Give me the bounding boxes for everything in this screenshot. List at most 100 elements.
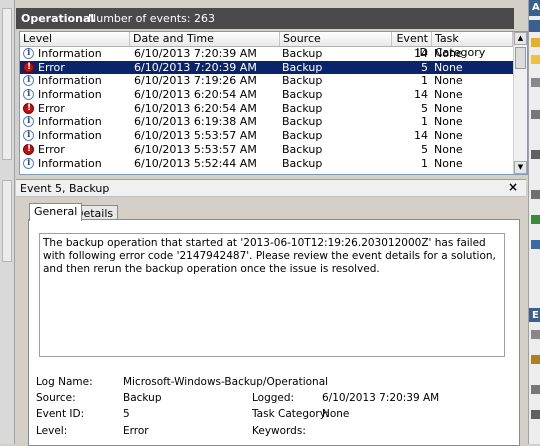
cell-source: Backup <box>282 156 323 170</box>
cell-task-category: None <box>434 129 463 143</box>
cell-date: 6/10/2013 7:19:26 AM <box>134 74 257 88</box>
folder-icon[interactable] <box>531 38 540 47</box>
events-table[interactable]: Level Date and Time Source Event ID Task… <box>19 31 528 175</box>
tab-general[interactable]: General <box>29 203 83 221</box>
cell-level: Information <box>38 156 102 170</box>
scroll-down-icon[interactable]: ▼ <box>514 161 527 174</box>
properties-icon[interactable] <box>531 78 540 87</box>
event-detail-title: Event 5, Backup <box>20 182 110 195</box>
table-row[interactable]: Error 6/10/2013 5:53:57 AM Backup 5 None <box>20 143 513 157</box>
cell-task-category: None <box>434 47 463 60</box>
log-title: Operational <box>21 12 95 25</box>
cell-level: Information <box>38 47 102 60</box>
event-detail-header: Event 5, Backup × <box>16 179 526 197</box>
cell-source: Backup <box>282 115 323 129</box>
navigation-scroll-segment[interactable] <box>2 180 12 262</box>
column-header-event-id[interactable]: Event ID <box>392 32 432 59</box>
error-icon <box>23 102 34 115</box>
cell-level: Error <box>38 101 65 115</box>
keywords-label: Keywords: <box>252 425 306 437</box>
help-icon[interactable] <box>531 240 540 249</box>
cell-event-id: 14 <box>414 129 428 143</box>
table-row[interactable]: Information 6/10/2013 7:20:39 AM Backup 14 N… <box>20 47 513 61</box>
cell-event-id: 5 <box>421 142 428 156</box>
table-row[interactable]: Error 6/10/2013 7:20:39 AM Backup 5 None <box>20 60 513 74</box>
cell-date: 6/10/2013 5:53:57 AM <box>134 129 257 143</box>
log-name-label: Log Name: <box>36 376 93 388</box>
cell-source: Backup <box>282 47 323 60</box>
cell-event-id: 14 <box>414 88 428 102</box>
cell-task-category: None <box>434 115 463 129</box>
task-category-value: None <box>322 408 350 420</box>
column-header-task-category[interactable]: Task Category <box>432 32 513 59</box>
cell-task-category: None <box>434 101 463 115</box>
table-row[interactable]: Error 6/10/2013 6:20:54 AM Backup 5 None <box>20 101 513 115</box>
logged-label: Logged: <box>252 392 295 404</box>
column-header-level[interactable]: Level <box>20 32 130 46</box>
cell-date: 6/10/2013 5:53:57 AM <box>134 142 257 156</box>
cell-source: Backup <box>282 60 323 74</box>
cell-level: Information <box>38 129 102 143</box>
cell-task-category: None <box>434 156 463 170</box>
log-name-value: Microsoft-Windows-Backup/Operational <box>123 376 329 388</box>
table-scrollbar[interactable]: ▲ ▼ <box>513 32 527 174</box>
general-tab-panel: The backup operation that started at '20… <box>28 219 520 446</box>
info-icon <box>23 74 34 88</box>
info-icon <box>23 129 34 143</box>
cell-date: 6/10/2013 6:19:38 AM <box>134 115 257 129</box>
info-icon <box>23 47 34 61</box>
table-row[interactable]: Information 6/10/2013 5:53:57 AM Backup 14 N… <box>20 129 513 143</box>
cell-event-id: 1 <box>421 74 428 88</box>
task-category-label: Task Category: <box>252 408 329 420</box>
cell-source: Backup <box>282 129 323 143</box>
cell-date: 6/10/2013 6:20:54 AM <box>134 88 257 102</box>
cell-task-category: None <box>434 88 463 102</box>
cell-date: 6/10/2013 7:20:39 AM <box>134 60 257 74</box>
level-value: Error <box>123 425 149 437</box>
event-properties-icon[interactable] <box>531 330 540 339</box>
event-description: The backup operation that started at '20… <box>43 237 496 275</box>
cell-level: Information <box>38 115 102 129</box>
find-icon[interactable] <box>531 110 540 119</box>
error-icon <box>23 143 34 157</box>
navigation-scroll-segment[interactable] <box>2 8 12 160</box>
save-icon[interactable] <box>531 150 540 159</box>
info-icon <box>23 157 34 170</box>
cell-source: Backup <box>282 142 323 156</box>
refresh-icon[interactable] <box>531 215 540 224</box>
cell-source: Backup <box>282 88 323 102</box>
scroll-up-icon[interactable]: ▲ <box>514 32 527 45</box>
column-header-date[interactable]: Date and Time <box>130 32 280 46</box>
close-icon[interactable]: × <box>508 180 518 194</box>
filter-icon[interactable] <box>531 55 540 64</box>
cell-event-id: 5 <box>421 101 428 115</box>
cell-level: Error <box>38 142 65 156</box>
info-icon <box>23 88 34 102</box>
actions-pane-edge: A E <box>528 0 540 444</box>
table-row[interactable]: Information 6/10/2013 6:19:38 AM Backup 1 No… <box>20 115 513 129</box>
actions-pane-header[interactable]: A <box>529 0 540 16</box>
copy-icon[interactable] <box>531 385 540 394</box>
cell-date: 6/10/2013 5:52:44 AM <box>134 156 257 170</box>
scroll-thumb[interactable] <box>515 47 526 69</box>
cell-event-id: 14 <box>414 47 428 60</box>
view-icon[interactable] <box>531 190 540 199</box>
table-row[interactable]: Information 6/10/2013 5:52:44 AM Backup 1 No… <box>20 156 513 170</box>
event-description-box[interactable]: The backup operation that started at '20… <box>39 233 505 357</box>
error-icon <box>23 61 34 74</box>
column-header-source[interactable]: Source <box>280 32 392 46</box>
cell-event-id: 1 <box>421 156 428 170</box>
navigation-pane-edge <box>0 0 15 444</box>
table-header: Level Date and Time Source Event ID Task… <box>20 32 513 59</box>
cell-source: Backup <box>282 74 323 88</box>
save-selected-icon[interactable] <box>531 410 540 419</box>
table-rows: Information 6/10/2013 7:20:39 AM Backup 14 N… <box>20 47 513 170</box>
actions-section-header[interactable] <box>529 20 540 32</box>
level-label: Level: <box>36 425 68 437</box>
event-actions-header[interactable]: E <box>529 308 540 322</box>
attach-task-icon[interactable] <box>531 355 540 364</box>
source-value: Backup <box>123 392 162 404</box>
table-row[interactable]: Information 6/10/2013 6:20:54 AM Backup 14 N… <box>20 88 513 102</box>
table-row[interactable]: Information 6/10/2013 7:19:26 AM Backup 1 No… <box>20 74 513 88</box>
info-icon <box>23 115 34 129</box>
